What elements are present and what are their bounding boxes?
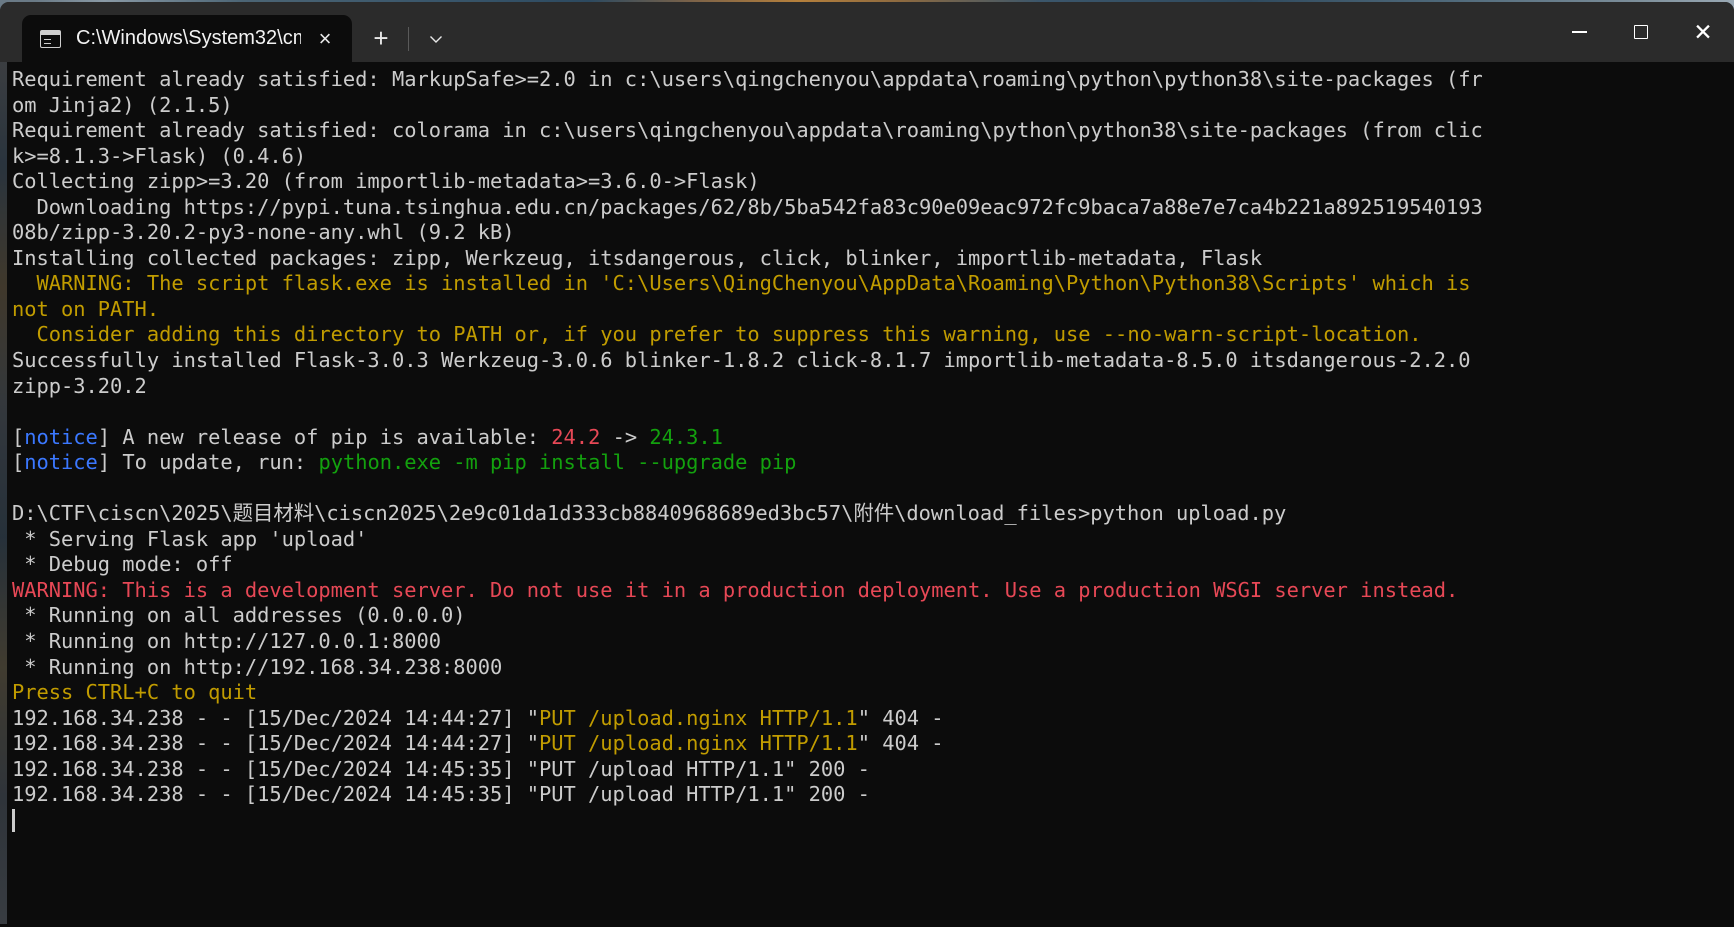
terminal-text: Installing collected packages: zipp, Wer… xyxy=(12,245,1263,270)
terminal-line: Downloading https://pypi.tuna.tsinghua.e… xyxy=(12,195,1734,221)
chevron-down-icon[interactable] xyxy=(415,18,457,60)
terminal-window: C:\Windows\System32\cmd.e × + ✕ xyxy=(0,2,1734,927)
terminal-text: * Running on http://127.0.0.1:8000 xyxy=(12,629,441,654)
terminal-body[interactable]: Requirement already satisfied: MarkupSaf… xyxy=(0,62,1734,927)
terminal-line: WARNING: The script flask.exe is install… xyxy=(12,271,1734,297)
terminal-text: * Running on all addresses (0.0.0.0) xyxy=(12,603,466,628)
terminal-line: 192.168.34.238 - - [15/Dec/2024 14:44:27… xyxy=(12,706,1734,732)
tab-title: C:\Windows\System32\cmd.e xyxy=(76,27,301,49)
cmd-console-icon xyxy=(40,29,61,48)
terminal-line: 192.168.34.238 - - [15/Dec/2024 14:44:27… xyxy=(12,731,1734,757)
terminal-line: WARNING: This is a development server. D… xyxy=(12,578,1734,604)
window-left-edge xyxy=(0,62,7,927)
terminal-text: 192.168.34.238 - - [15/Dec/2024 14:45:35… xyxy=(12,756,870,781)
terminal-line: * Running on http://192.168.34.238:8000 xyxy=(12,655,1734,681)
window-controls: ✕ xyxy=(1548,2,1734,62)
terminal-line: * Running on all addresses (0.0.0.0) xyxy=(12,603,1734,629)
terminal-text: [ xyxy=(12,450,25,475)
text-cursor xyxy=(12,808,15,832)
terminal-text: PUT /upload.nginx HTTP/1.1 xyxy=(539,731,858,756)
terminal-text: om Jinja2) (2.1.5) xyxy=(12,92,233,117)
terminal-text: Consider adding this directory to PATH o… xyxy=(12,322,1422,347)
toolbar-divider xyxy=(408,26,409,51)
terminal-line: Successfully installed Flask-3.0.3 Werkz… xyxy=(12,348,1734,374)
terminal-line: * Serving Flask app 'upload' xyxy=(12,527,1734,553)
terminal-text: Requirement already satisfied: colorama … xyxy=(12,118,1483,143)
terminal-line: Press CTRL+C to quit xyxy=(12,680,1734,706)
terminal-text: zipp-3.20.2 xyxy=(12,373,147,398)
terminal-text: 192.168.34.238 - - [15/Dec/2024 14:45:35… xyxy=(12,782,870,807)
terminal-text: * Serving Flask app 'upload' xyxy=(12,526,368,551)
close-icon[interactable]: × xyxy=(307,21,343,57)
title-bar[interactable]: C:\Windows\System32\cmd.e × + ✕ xyxy=(0,2,1734,62)
terminal-text: Successfully installed Flask-3.0.3 Werkz… xyxy=(12,348,1471,373)
terminal-line: Requirement already satisfied: colorama … xyxy=(12,118,1734,144)
tab-strip: C:\Windows\System32\cmd.e × + xyxy=(0,2,457,62)
terminal-line: 192.168.34.238 - - [15/Dec/2024 14:45:35… xyxy=(12,782,1734,808)
terminal-text: 192.168.34.238 - - [15/Dec/2024 14:44:27… xyxy=(12,705,540,730)
terminal-text: 24.3.1 xyxy=(649,424,723,449)
terminal-line: not on PATH. xyxy=(12,297,1734,323)
terminal-text: k>=8.1.3->Flask) (0.4.6) xyxy=(12,143,307,168)
terminal-text: WARNING: This is a development server. D… xyxy=(12,577,1459,602)
terminal-text: PUT /upload.nginx HTTP/1.1 xyxy=(539,705,858,730)
terminal-text: python.exe -m pip install --upgrade pip xyxy=(318,450,797,475)
terminal-line: Requirement already satisfied: MarkupSaf… xyxy=(12,67,1734,93)
terminal-line: Collecting zipp>=3.20 (from importlib-me… xyxy=(12,169,1734,195)
terminal-text: not on PATH. xyxy=(12,296,160,321)
maximize-icon[interactable] xyxy=(1610,2,1672,62)
terminal-line: om Jinja2) (2.1.5) xyxy=(12,93,1734,119)
terminal-text: D:\CTF\ciscn\2025\题目材料\ciscn2025\2e9c01d… xyxy=(12,501,1287,526)
terminal-line: 08b/zipp-3.20.2-py3-none-any.whl (9.2 kB… xyxy=(12,220,1734,246)
terminal-line: * Debug mode: off xyxy=(12,552,1734,578)
terminal-text: [ xyxy=(12,424,25,449)
terminal-line: zipp-3.20.2 xyxy=(12,374,1734,400)
terminal-text: Collecting zipp>=3.20 (from importlib-me… xyxy=(12,169,760,194)
tab-cmd[interactable]: C:\Windows\System32\cmd.e × xyxy=(22,15,352,62)
new-tab-icon[interactable]: + xyxy=(360,18,402,60)
terminal-cursor-line xyxy=(12,808,1734,834)
terminal-text: Requirement already satisfied: MarkupSaf… xyxy=(12,67,1483,91)
terminal-text: WARNING: The script flask.exe is install… xyxy=(12,271,1471,296)
terminal-line: D:\CTF\ciscn\2025\题目材料\ciscn2025\2e9c01d… xyxy=(12,501,1734,527)
terminal-line: [notice] A new release of pip is availab… xyxy=(12,425,1734,451)
terminal-text: 192.168.34.238 - - [15/Dec/2024 14:44:27… xyxy=(12,731,540,756)
terminal-text: ] A new release of pip is available: xyxy=(97,424,552,449)
terminal-line: [notice] To update, run: python.exe -m p… xyxy=(12,450,1734,476)
terminal-text: Press CTRL+C to quit xyxy=(12,680,258,705)
terminal-text: -> xyxy=(600,424,650,449)
terminal-line: 192.168.34.238 - - [15/Dec/2024 14:45:35… xyxy=(12,757,1734,783)
terminal-line: k>=8.1.3->Flask) (0.4.6) xyxy=(12,144,1734,170)
terminal-text: Downloading https://pypi.tuna.tsinghua.e… xyxy=(12,194,1483,219)
terminal-text: 08b/zipp-3.20.2-py3-none-any.whl (9.2 kB… xyxy=(12,220,515,245)
terminal-text: notice xyxy=(24,450,98,475)
terminal-line: Consider adding this directory to PATH o… xyxy=(12,322,1734,348)
terminal-text: " 404 - xyxy=(857,705,944,730)
terminal-text: * Running on http://192.168.34.238:8000 xyxy=(12,654,503,679)
minimize-icon[interactable] xyxy=(1548,2,1610,62)
window-close-icon[interactable]: ✕ xyxy=(1672,2,1734,62)
terminal-text: " 404 - xyxy=(857,731,944,756)
terminal-line: Installing collected packages: zipp, Wer… xyxy=(12,246,1734,272)
tab-actions: + xyxy=(352,15,457,62)
terminal-text: * Debug mode: off xyxy=(12,552,233,577)
terminal-line: * Running on http://127.0.0.1:8000 xyxy=(12,629,1734,655)
terminal-output[interactable]: Requirement already satisfied: MarkupSaf… xyxy=(0,62,1734,927)
terminal-text: 24.2 xyxy=(551,424,601,449)
terminal-text: notice xyxy=(24,424,98,449)
terminal-text: ] To update, run: xyxy=(97,450,319,475)
